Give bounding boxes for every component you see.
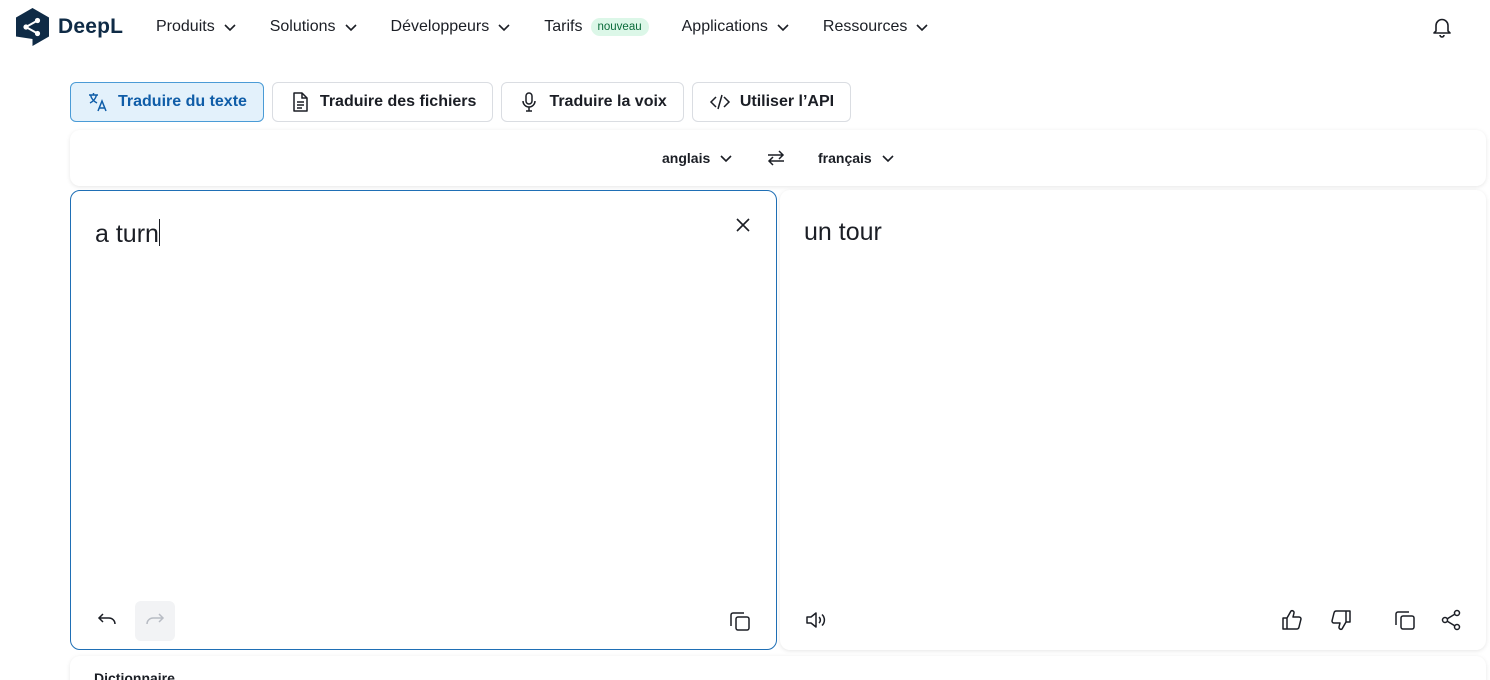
source-language-label: anglais: [662, 150, 711, 166]
close-icon[interactable]: [734, 216, 752, 234]
tab-use-api[interactable]: Utiliser l’API: [691, 82, 852, 122]
deepl-logo[interactable]: DeepL: [16, 7, 123, 47]
swap-icon[interactable]: [766, 148, 786, 168]
redo-button[interactable]: [135, 601, 175, 641]
document-icon: [293, 92, 308, 112]
language-selector-bar: anglais français: [70, 130, 1486, 186]
tab-label: Traduire la voix: [549, 93, 667, 110]
nav-item-label: Ressources: [822, 18, 908, 35]
dictionary-section: Dictionnaire: [70, 656, 1486, 680]
nav-item-developpeurs[interactable]: Développeurs: [391, 18, 512, 36]
nav-item-label: Solutions: [269, 18, 336, 35]
chevron-down-icon: [498, 24, 510, 32]
nav-item-label: Applications: [681, 18, 768, 35]
tab-label: Traduire des fichiers: [319, 93, 477, 110]
source-text-panel[interactable]: a turn: [70, 190, 777, 650]
brand-name: DeepL: [58, 15, 124, 38]
bell-icon[interactable]: [1431, 16, 1453, 38]
copy-icon: [730, 612, 750, 631]
nav-item-label: Produits: [156, 18, 215, 35]
thumbs-down-icon: [1331, 610, 1351, 631]
speaker-icon: [806, 612, 826, 628]
chevron-down-icon: [224, 24, 236, 32]
chevron-down-icon: [777, 24, 789, 32]
copy-translation-button[interactable]: [1385, 600, 1425, 640]
main-menu: Produits Solutions Développeurs Tarifs n…: [156, 0, 962, 54]
chevron-down-icon: [720, 155, 732, 163]
target-language-select[interactable]: français: [818, 130, 895, 186]
top-navigation: DeepL Produits Solutions Développeurs Ta…: [0, 0, 1490, 54]
chevron-down-icon: [882, 155, 894, 163]
nav-item-tarifs[interactable]: Tarifs nouveau: [544, 18, 649, 36]
translated-text: un tour: [804, 218, 882, 246]
share-icon: [1441, 609, 1461, 631]
source-language-select[interactable]: anglais: [662, 130, 733, 186]
tab-translate-text[interactable]: Traduire du texte: [70, 82, 264, 122]
translate-icon: [89, 93, 107, 112]
dislike-button[interactable]: [1321, 600, 1361, 640]
translation-mode-tabs: Traduire du texte Traduire des fichiers …: [70, 82, 859, 122]
undo-icon: [97, 613, 116, 625]
redo-icon: [146, 613, 165, 625]
chevron-down-icon: [916, 24, 928, 32]
tab-label: Traduire du texte: [118, 93, 247, 110]
source-text-input[interactable]: a turn: [95, 219, 161, 249]
new-badge: nouveau: [590, 18, 649, 36]
nav-item-produits[interactable]: Produits: [156, 18, 237, 36]
target-text-panel: un tour: [780, 190, 1486, 650]
tab-label: Utiliser l’API: [739, 93, 835, 110]
nav-item-applications[interactable]: Applications: [682, 18, 790, 36]
tab-translate-files[interactable]: Traduire des fichiers: [271, 82, 494, 122]
nav-item-label: Tarifs: [544, 18, 583, 35]
deepl-logo-icon: [16, 7, 49, 46]
nav-item-solutions[interactable]: Solutions: [270, 18, 358, 36]
dictionary-title: Dictionnaire: [94, 670, 175, 680]
copy-icon: [1395, 611, 1415, 630]
tab-translate-voice[interactable]: Traduire la voix: [501, 82, 684, 122]
like-button[interactable]: [1272, 600, 1312, 640]
undo-button[interactable]: [87, 601, 127, 641]
nav-item-label: Développeurs: [390, 18, 490, 35]
share-button[interactable]: [1431, 600, 1471, 640]
nav-item-ressources[interactable]: Ressources: [823, 18, 929, 36]
code-icon: [709, 94, 730, 110]
chevron-down-icon: [344, 24, 357, 32]
target-language-label: français: [818, 150, 872, 166]
text-cursor: [158, 219, 161, 246]
copy-source-button[interactable]: [720, 601, 760, 641]
thumbs-up-icon: [1282, 609, 1302, 630]
listen-button[interactable]: [796, 600, 836, 640]
microphone-icon: [522, 92, 537, 112]
